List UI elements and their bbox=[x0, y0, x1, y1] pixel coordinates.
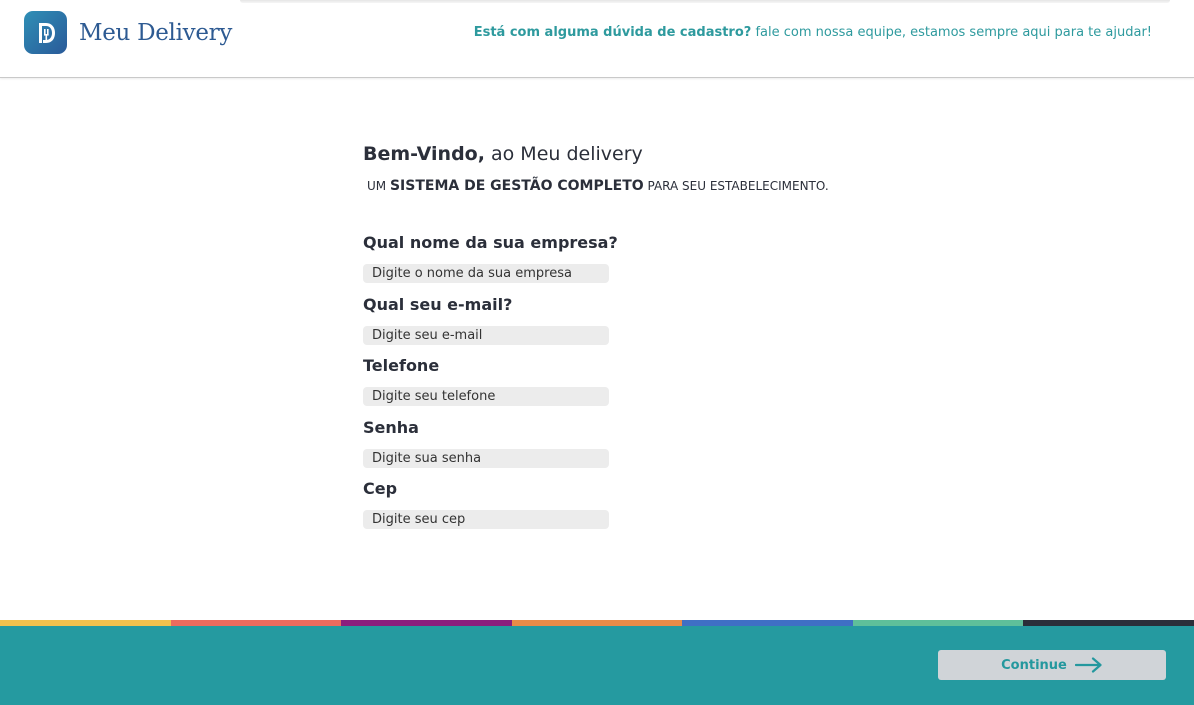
top-bar: Meu Delivery Está com alguma dúvida de c… bbox=[0, 0, 1194, 78]
email-label: Qual seu e-mail? bbox=[363, 294, 513, 314]
password-label: Senha bbox=[363, 417, 419, 437]
help-rest: fale com nossa equipe, estamos sempre aq… bbox=[751, 25, 1152, 40]
continue-button[interactable]: Continue bbox=[938, 650, 1166, 680]
password-input[interactable] bbox=[363, 448, 609, 468]
welcome-bold: Bem-Vindo, bbox=[363, 143, 485, 165]
arrow-right-icon bbox=[1074, 657, 1103, 673]
company-input[interactable] bbox=[363, 264, 609, 283]
welcome-heading: Bem-Vindo, ao Meu delivery bbox=[363, 143, 923, 165]
phone-label: Telefone bbox=[363, 356, 440, 375]
phone-input[interactable] bbox=[363, 387, 609, 406]
top-bar-shadow bbox=[240, 0, 1170, 3]
company-label: Qual nome da sua empresa? bbox=[363, 233, 618, 252]
continue-label: Continue bbox=[1001, 657, 1067, 673]
tagline-bold: SISTEMA DE GESTÃO COMPLETO bbox=[389, 178, 644, 194]
logo-icon bbox=[24, 11, 67, 54]
email-input[interactable] bbox=[363, 325, 609, 345]
signup-content: Bem-Vindo, ao Meu delivery um SISTEMA DE… bbox=[363, 143, 923, 529]
footer: Continue bbox=[0, 626, 1194, 705]
tagline-post: para seu estabelecimento. bbox=[643, 179, 829, 193]
app-name: Meu Delivery bbox=[79, 19, 233, 46]
logo[interactable]: Meu Delivery bbox=[24, 11, 232, 54]
tagline: um SISTEMA DE GESTÃO COMPLETO para seu e… bbox=[367, 178, 923, 194]
tagline-pre: um bbox=[367, 179, 390, 193]
cep-label: Cep bbox=[363, 479, 398, 498]
help-text: Está com alguma dúvida de cadastro? fale… bbox=[474, 25, 1152, 40]
cep-input[interactable] bbox=[363, 510, 609, 529]
help-bold: Está com alguma dúvida de cadastro? bbox=[473, 25, 752, 40]
welcome-rest: ao Meu delivery bbox=[484, 143, 643, 165]
